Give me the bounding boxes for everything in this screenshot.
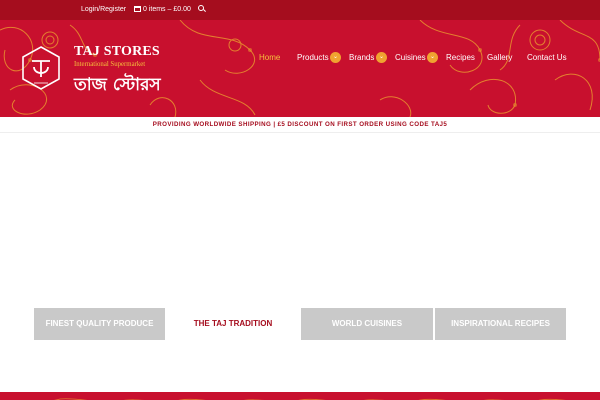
nav-recipes[interactable]: Recipes [446,52,475,64]
nav-contact-us[interactable]: Contact Us [527,52,567,64]
cart-link[interactable]: 0 items – £0.00 [134,0,191,20]
tab-inspirational-recipes[interactable]: INSPIRATIONAL RECIPES [435,308,566,340]
cuisines-dropdown-icon[interactable]: ⌄ [427,52,438,63]
nav-gallery[interactable]: Gallery [487,52,512,64]
search-icon [198,5,204,11]
products-dropdown-icon[interactable]: ⌄ [330,52,341,63]
cart-icon [134,6,141,12]
tab-the-taj-tradition[interactable]: THE TAJ TRADITION [167,308,299,340]
brand-tagline: International Supermarket [74,61,146,68]
nav-cuisines[interactable]: Cuisines [395,52,426,64]
paisley-pattern [0,20,600,117]
brand-name: TAJ STORES [74,44,160,59]
nav-products[interactable]: Products [297,52,329,64]
top-bar: Login/Register 0 items – £0.00 [0,0,600,20]
tab-world-cuisines[interactable]: WORLD CUISINES [301,308,433,340]
footer-pattern-strip [0,392,600,400]
tab-finest-quality-produce[interactable]: FINEST QUALITY PRODUCE [34,308,165,340]
nav-home[interactable]: Home [259,52,280,64]
cart-summary: 0 items – £0.00 [143,6,191,13]
nav-brands[interactable]: Brands [349,52,374,64]
brand-bengali-name: তাজ স্টোরস [74,75,161,95]
login-register-link[interactable]: Login/Register [81,0,126,20]
site-header: TAJ STORES International Supermarket তাজ… [0,20,600,117]
search-button[interactable] [198,0,204,20]
taj-logo-icon [22,46,60,90]
brands-dropdown-icon[interactable]: ⌄ [376,52,387,63]
promo-banner: PROVIDING WORLDWIDE SHIPPING | £5 DISCOU… [0,117,600,133]
